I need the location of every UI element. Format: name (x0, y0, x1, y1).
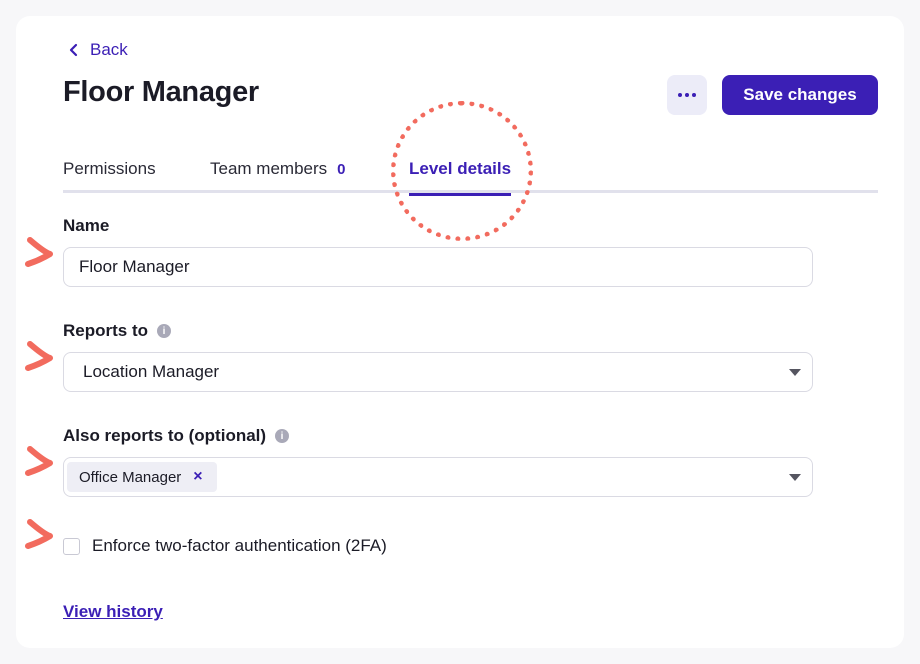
annotation-arrow-mark (25, 519, 53, 549)
enforce-2fa-row[interactable]: Enforce two-factor authentication (2FA) (63, 536, 387, 556)
ellipsis-icon (677, 93, 698, 97)
reports-to-select[interactable]: Location Manager (63, 352, 813, 392)
info-icon[interactable]: i (275, 429, 290, 443)
tab-team-members[interactable]: Team members 0 (210, 159, 345, 193)
also-reports-to-multiselect[interactable]: Office Manager × (63, 457, 813, 497)
reports-to-label: Reports to i (63, 321, 171, 341)
more-options-button[interactable] (667, 75, 707, 115)
tab-level-details[interactable]: Level details (409, 159, 512, 196)
tab-label: Permissions (63, 159, 156, 178)
save-changes-button[interactable]: Save changes (722, 75, 878, 115)
view-history-link[interactable]: View history (63, 602, 163, 622)
reports-to-label-text: Reports to (63, 321, 148, 340)
back-label: Back (90, 40, 128, 59)
annotation-arrow-mark (25, 446, 53, 476)
team-members-count-badge: 0 (337, 161, 346, 178)
chip-label: Office Manager (79, 468, 182, 486)
caret-down-icon (789, 474, 801, 481)
annotation-arrow-mark (25, 237, 53, 267)
name-input[interactable]: Floor Manager (63, 247, 813, 287)
reports-to-selected-value: Location Manager (83, 362, 220, 381)
tab-label: Level details (409, 159, 512, 178)
name-field-label: Name (63, 216, 109, 236)
also-reports-to-label-text: Also reports to (optional) (63, 426, 267, 445)
caret-down-icon (789, 369, 801, 376)
enforce-2fa-checkbox[interactable] (63, 537, 80, 555)
tab-bar: Permissions Team members 0 Level details (63, 159, 878, 196)
close-icon[interactable]: × (193, 468, 202, 486)
enforce-2fa-label: Enforce two-factor authentication (2FA) (92, 536, 387, 555)
name-label-text: Name (63, 216, 110, 235)
tab-label: Team members (210, 159, 328, 178)
tab-permissions[interactable]: Permissions (63, 159, 156, 193)
selected-chip: Office Manager × (67, 462, 217, 492)
page-title: Floor Manager (63, 76, 259, 108)
also-reports-to-label: Also reports to (optional) i (63, 426, 290, 446)
annotation-arrow-mark (25, 341, 53, 371)
info-icon[interactable]: i (157, 324, 171, 338)
level-details-card: Back Floor Manager Save changes Permissi… (16, 16, 904, 648)
back-link[interactable]: Back (68, 40, 128, 60)
chevron-left-icon (69, 43, 78, 57)
